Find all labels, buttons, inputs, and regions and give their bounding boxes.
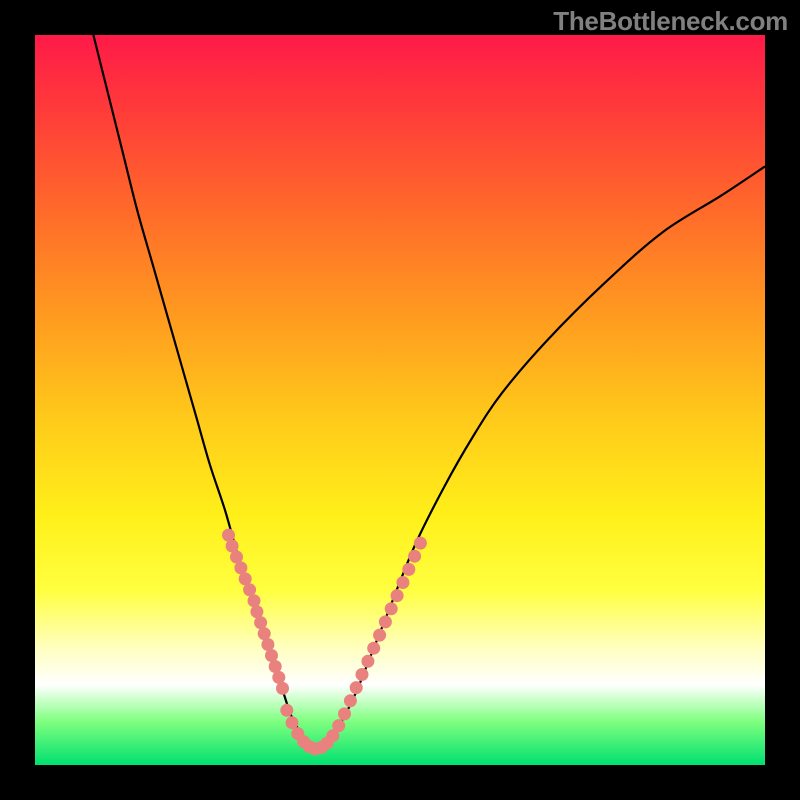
chart-svg xyxy=(35,35,765,765)
data-dot xyxy=(332,719,345,732)
data-dot xyxy=(391,589,404,602)
data-dot xyxy=(402,563,415,576)
data-dot xyxy=(261,638,274,651)
data-dot xyxy=(326,729,339,742)
data-dot xyxy=(315,741,328,754)
data-dot xyxy=(414,537,427,550)
data-dot xyxy=(344,694,357,707)
data-dot xyxy=(379,615,392,628)
data-dot xyxy=(230,551,243,564)
data-dot xyxy=(276,682,289,695)
data-dot xyxy=(350,681,363,694)
data-dot xyxy=(248,594,261,607)
data-dot xyxy=(408,550,421,563)
chart-container: { "watermark": "TheBottleneck.com", "cha… xyxy=(0,0,800,800)
data-dot xyxy=(303,740,316,753)
data-dot xyxy=(291,727,304,740)
data-dot xyxy=(361,655,374,668)
data-dot xyxy=(243,583,256,596)
data-dot xyxy=(309,742,322,755)
data-dot xyxy=(280,704,293,717)
data-dot xyxy=(373,629,386,642)
data-dot xyxy=(258,627,271,640)
data-dot xyxy=(385,602,398,615)
watermark-text: TheBottleneck.com xyxy=(553,6,788,37)
plot-area xyxy=(35,35,765,765)
data-dots xyxy=(222,529,427,756)
data-dot xyxy=(269,660,282,673)
data-dot xyxy=(226,540,239,553)
data-dot xyxy=(272,671,285,684)
data-dot xyxy=(239,572,252,585)
data-dot xyxy=(297,735,310,748)
data-dot xyxy=(222,529,235,542)
data-dot xyxy=(356,668,369,681)
bottleneck-curve xyxy=(93,35,765,751)
data-dot xyxy=(265,649,278,662)
data-dot xyxy=(338,707,351,720)
data-dot xyxy=(396,576,409,589)
data-dot xyxy=(321,737,334,750)
data-dot xyxy=(286,716,299,729)
data-dot xyxy=(250,605,263,618)
data-dot xyxy=(367,642,380,655)
data-dot xyxy=(234,561,247,574)
data-dot xyxy=(254,616,267,629)
